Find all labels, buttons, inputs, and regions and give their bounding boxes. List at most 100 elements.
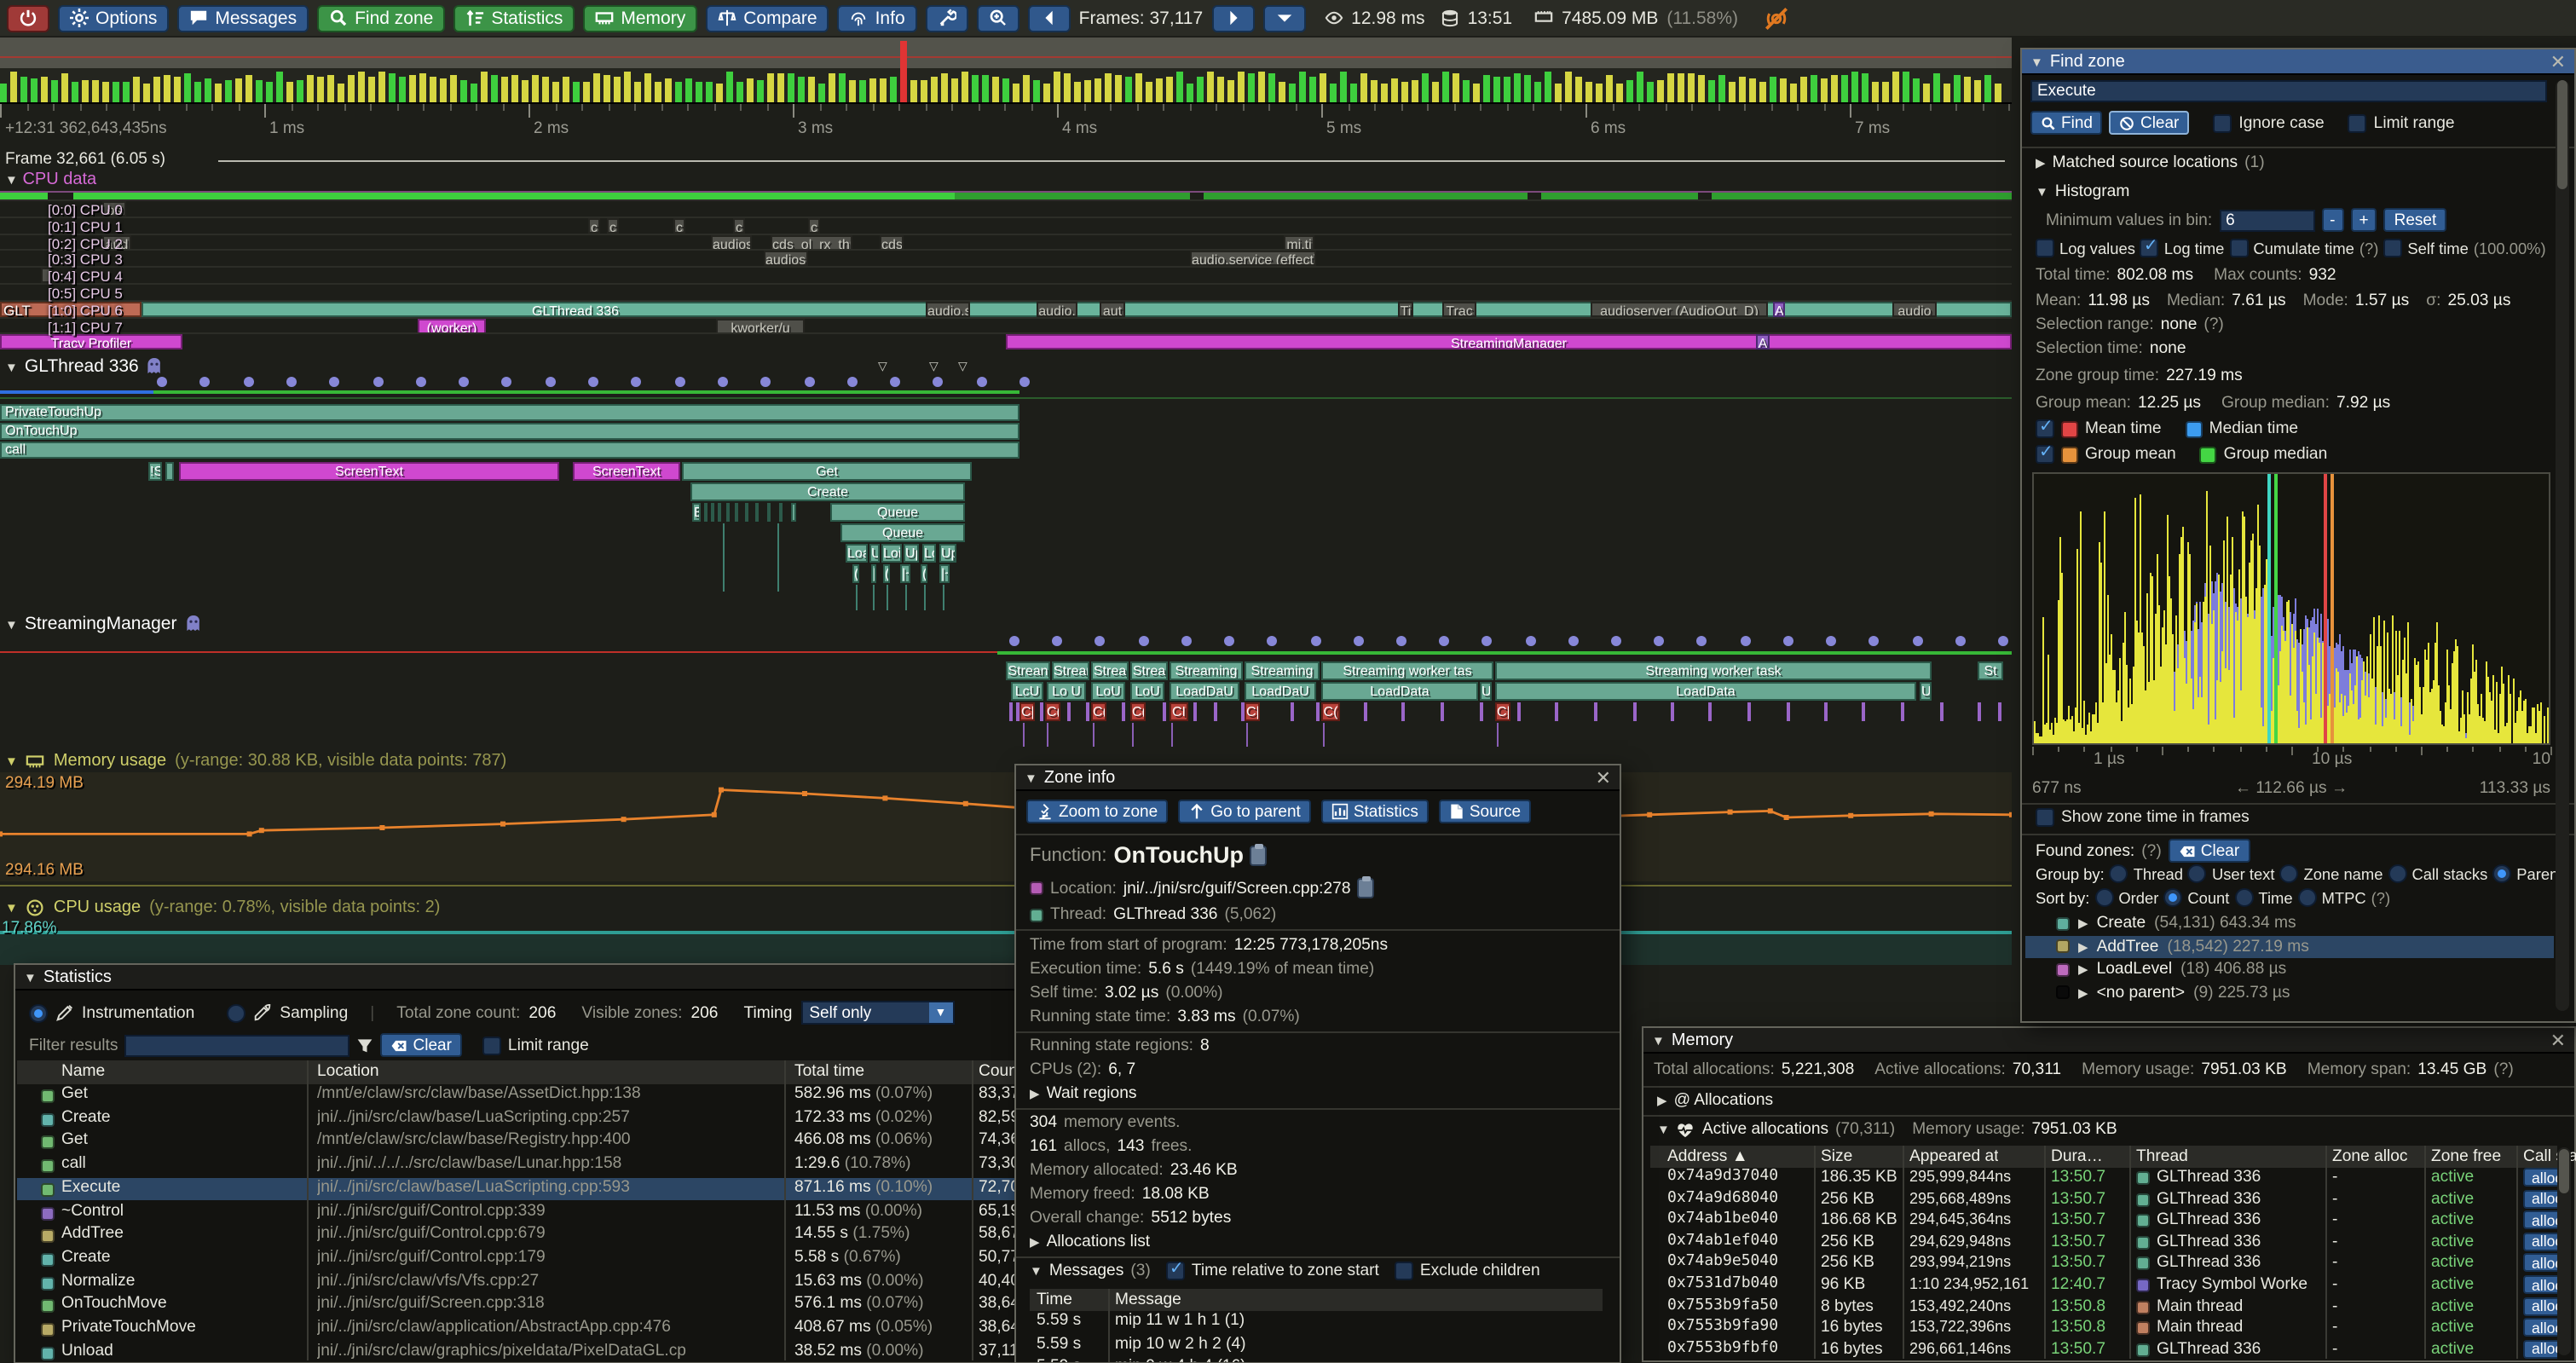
- memory-button[interactable]: Memory: [583, 4, 697, 32]
- message-dot[interactable]: [847, 377, 858, 387]
- frame-bar[interactable]: [1289, 84, 1296, 102]
- tools-button[interactable]: [926, 4, 968, 32]
- cpu-zone[interactable]: c: [808, 218, 820, 234]
- zone[interactable]: Up: [904, 544, 919, 563]
- find-zone-search-input[interactable]: Execute: [2030, 80, 2547, 102]
- frame-bar[interactable]: [1360, 73, 1367, 102]
- zone[interactable]: LoadDaU: [1245, 682, 1316, 701]
- zone[interactable]: LoU: [1091, 682, 1125, 701]
- cpu-zone[interactable]: audio: [1892, 302, 1937, 317]
- frame-bar[interactable]: [1381, 84, 1388, 102]
- frame-bar[interactable]: [1606, 75, 1613, 102]
- allocation-row[interactable]: 0x74ab9e5040256 KB293,994,219ns13:50.7GL…: [1650, 1254, 2557, 1275]
- found-zone-row[interactable]: ▶AddTree(18,542) 227.19 ms: [2025, 935, 2554, 958]
- frame-bar[interactable]: [1197, 77, 1204, 102]
- frame-bar[interactable]: [194, 82, 201, 102]
- cpu-zone[interactable]: Trac: [1442, 302, 1476, 317]
- alloc-callstack-button[interactable]: alloc: [2523, 1254, 2557, 1273]
- zone[interactable]: |~: [939, 564, 950, 583]
- frame-bar[interactable]: [777, 73, 784, 102]
- memory-plot[interactable]: 294.19 MB 294.16 MB: [0, 772, 2012, 881]
- zone[interactable]: [711, 503, 714, 522]
- zone[interactable]: (: [883, 564, 890, 583]
- zone[interactable]: Strea: [1091, 661, 1129, 680]
- message-dot[interactable]: [1310, 636, 1320, 646]
- allocations-table-header[interactable]: Address ▲SizeAppeared atDura…ThreadZone …: [1650, 1146, 2557, 1168]
- options-button[interactable]: Options: [58, 4, 169, 32]
- zone[interactable]: Queue: [840, 523, 965, 542]
- timing-dropdown[interactable]: Self only▼: [800, 1001, 954, 1025]
- frame-bar[interactable]: [1811, 75, 1817, 102]
- zone[interactable]: LoU: [1130, 682, 1164, 701]
- cpu-zone[interactable]: audio.se: [926, 302, 970, 317]
- frame-bar[interactable]: [1493, 77, 1500, 102]
- frame-bar[interactable]: [1545, 72, 1551, 102]
- zone-location[interactable]: jni/../jni/src/guif/Screen.cpp:278: [1123, 879, 1351, 898]
- next-frame-button[interactable]: [1211, 4, 1254, 32]
- frame-bar[interactable]: [1391, 78, 1398, 102]
- frame-bar[interactable]: [430, 77, 436, 102]
- frame-bar[interactable]: [1279, 82, 1285, 102]
- frame-bar[interactable]: [788, 73, 794, 102]
- frame-bar[interactable]: [972, 75, 979, 102]
- frame-bar[interactable]: [1995, 84, 2001, 102]
- message-dot[interactable]: [1396, 636, 1406, 646]
- frame-bar[interactable]: [900, 41, 907, 102]
- memory-panel-titlebar[interactable]: ▼Memory ✕: [1643, 1028, 2574, 1054]
- frame-bar[interactable]: [1023, 75, 1030, 102]
- frame-bar[interactable]: [736, 82, 743, 102]
- frame-bar[interactable]: [1268, 73, 1275, 102]
- frame-bar[interactable]: [1882, 82, 1889, 102]
- alloc-callstack-button[interactable]: alloc: [2523, 1275, 2557, 1294]
- frame-bar[interactable]: [1831, 75, 1838, 102]
- zone-thread[interactable]: GLThread 336: [1113, 905, 1217, 924]
- frame-bar[interactable]: [1821, 78, 1828, 102]
- zone[interactable]: ScreenText: [573, 462, 680, 481]
- zone[interactable]: [704, 503, 708, 522]
- wait-regions-expander[interactable]: ▶Wait regions: [1030, 1084, 1137, 1103]
- frame-bar[interactable]: [951, 78, 958, 102]
- zone[interactable]: [165, 462, 174, 481]
- frame-bar[interactable]: [215, 84, 222, 102]
- frame-bar[interactable]: [1176, 72, 1183, 102]
- frame-bar[interactable]: [624, 72, 631, 102]
- found-zone-row[interactable]: ▶LoadLevel(18) 406.88 µs: [2025, 958, 2554, 981]
- message-row[interactable]: 5.59 smip 10 w 2 h 2 (4): [1030, 1334, 1603, 1357]
- cpu-zone[interactable]: StreamingManager: [1006, 335, 2012, 350]
- zone[interactable]: LoadDaU: [1170, 682, 1239, 701]
- frame-bar[interactable]: [235, 78, 242, 102]
- group-by-option-thread[interactable]: [2110, 864, 2128, 883]
- frame-bar[interactable]: [1800, 77, 1807, 102]
- frame-bar[interactable]: [317, 77, 324, 102]
- allocations-expander[interactable]: ▶@ Allocations: [1657, 1091, 1773, 1110]
- frame-bar[interactable]: [1555, 84, 1562, 102]
- frame-bar[interactable]: [1954, 75, 1961, 102]
- frame-bar[interactable]: [1095, 78, 1101, 102]
- frame-bar[interactable]: [1258, 72, 1265, 102]
- filter-input[interactable]: [125, 1034, 350, 1056]
- frame-bar[interactable]: [1851, 72, 1858, 102]
- frame-bar[interactable]: [256, 80, 263, 102]
- message-dot[interactable]: [933, 377, 944, 387]
- frame-bar[interactable]: [1514, 73, 1521, 102]
- cpu-zone[interactable]: (worker): [418, 318, 486, 333]
- frame-bar[interactable]: [1442, 72, 1449, 102]
- frame-bar[interactable]: [1657, 80, 1664, 102]
- frame-bar[interactable]: [1616, 84, 1623, 102]
- frame-bar[interactable]: [542, 77, 549, 102]
- cpu-zone[interactable]: aut: [1100, 302, 1125, 317]
- frame-bar[interactable]: [1330, 84, 1337, 102]
- zone[interactable]: ScreenText: [179, 462, 559, 481]
- column-header-location[interactable]: Location: [317, 1062, 379, 1081]
- frame-bar[interactable]: [368, 77, 375, 102]
- alloc-callstack-button[interactable]: alloc: [2523, 1318, 2557, 1337]
- frame-dropdown-button[interactable]: [1262, 4, 1305, 32]
- cpu-data-header[interactable]: ▼ CPU data: [5, 170, 96, 189]
- frame-bar[interactable]: [1248, 73, 1255, 102]
- allocations-list-expander[interactable]: ▶Allocations list: [1030, 1233, 1150, 1251]
- frame-bar[interactable]: [0, 84, 7, 102]
- frame-bar[interactable]: [123, 82, 130, 102]
- zone[interactable]: Streaming worker task: [1495, 661, 1932, 680]
- zone[interactable]: [735, 503, 738, 522]
- zone[interactable]: [791, 503, 796, 522]
